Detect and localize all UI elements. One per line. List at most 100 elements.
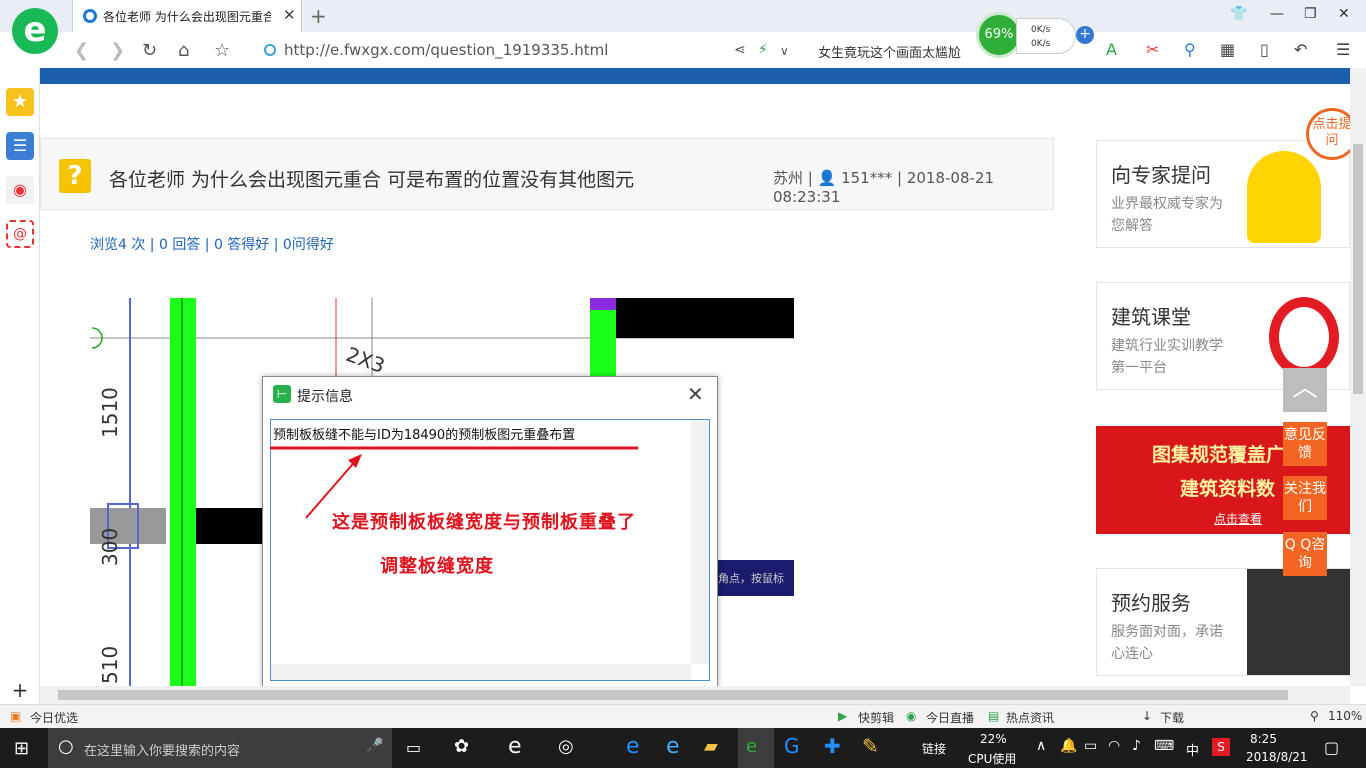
banner-line-1: 图集规范覆盖广: [1152, 444, 1286, 466]
forward-arrow-icon[interactable]: ❯: [110, 40, 125, 61]
menu-icon[interactable]: ☰: [1336, 40, 1350, 59]
card-title: 预约服务: [1111, 591, 1191, 615]
card-title: 建筑课堂: [1111, 305, 1191, 329]
feedback-button[interactable]: 意见反馈: [1283, 422, 1327, 466]
site-header-bar: [40, 68, 1350, 84]
windows-start-icon[interactable]: ⊞: [14, 738, 29, 759]
annotation-line-1: 这是预制板板缝宽度与预制板重叠了: [332, 512, 636, 533]
tray-chevron-up-icon[interactable]: ∧: [1036, 738, 1046, 754]
dimension-1510: 1510: [98, 387, 122, 438]
app-icon: ⊢: [273, 385, 291, 403]
task-view-icon[interactable]: ▭: [406, 738, 421, 757]
favorite-star-icon[interactable]: ☆: [214, 40, 230, 61]
reading-mode-icon[interactable]: ▯: [1260, 40, 1269, 59]
notes-app-icon[interactable]: ✎: [862, 734, 879, 758]
appointment-card[interactable]: 预约服务 服务面对面，承诺心连心: [1096, 568, 1351, 676]
browser-statusbar: ▣ 今日优选 ▶ 快剪辑 ◉ 今日直播 ▤ 热点资讯 ↓ 下载 ⚲ 110%: [0, 704, 1366, 728]
glodon-icon[interactable]: G: [784, 734, 800, 758]
plus-app-icon[interactable]: ✚: [824, 734, 841, 758]
status-left-label[interactable]: 今日优选: [30, 709, 78, 726]
ime-indicator[interactable]: 中: [1186, 740, 1199, 759]
question-stats[interactable]: 浏览4 次 | 0 回答 | 0 答得好 | 0问得好: [90, 234, 334, 254]
pinwheel-app-icon[interactable]: ✿: [454, 736, 469, 757]
ask-expert-card[interactable]: 向专家提问 业界最权威专家为您解答: [1096, 140, 1350, 248]
taskbar-search[interactable]: ○ 在这里输入你要搜索的内容 🎤: [48, 728, 392, 768]
follow-button[interactable]: 关注我们: [1283, 476, 1327, 520]
question-user[interactable]: 151***: [841, 169, 892, 187]
back-arrow-icon[interactable]: ❮: [74, 40, 89, 61]
search-icon[interactable]: ⚲: [1184, 40, 1196, 59]
back-to-top-button[interactable]: ︿: [1283, 368, 1327, 412]
card-subtitle: 服务面对面，承诺心连心: [1111, 624, 1223, 662]
weibo-icon[interactable]: ◉: [6, 176, 34, 204]
status-item-clip[interactable]: 快剪辑: [858, 709, 894, 726]
tab-bar: 各位老师 为什么会出现图元重合 ✕ + 👕 — ❐ ✕: [0, 0, 1366, 32]
home-icon[interactable]: ⌂: [178, 40, 189, 61]
dimension-510: 510: [98, 645, 122, 684]
wifi-icon[interactable]: ◠: [1108, 738, 1120, 754]
handshake-image: [1247, 569, 1351, 675]
favorites-star-icon[interactable]: ★: [6, 88, 34, 116]
undo-icon[interactable]: ↶: [1294, 40, 1307, 59]
battery-icon[interactable]: ▭: [1084, 738, 1097, 754]
close-window-button[interactable]: ✕: [1338, 6, 1350, 22]
lightning-icon[interactable]: ⚡: [758, 42, 768, 58]
scroll-thumb[interactable]: [58, 690, 1288, 700]
banner-link[interactable]: 点击查看: [1214, 510, 1262, 527]
dimension-300: 300: [98, 527, 122, 566]
minimize-button[interactable]: —: [1270, 6, 1284, 22]
tab-active[interactable]: 各位老师 为什么会出现图元重合 ✕: [72, 0, 302, 32]
dialog-close-button[interactable]: ✕: [687, 382, 704, 406]
email-at-icon[interactable]: @: [6, 220, 34, 248]
vertical-scrollbar[interactable]: [691, 420, 709, 664]
boost-plus-icon[interactable]: +: [1076, 26, 1094, 44]
share-icon[interactable]: ⋖: [734, 42, 746, 58]
page-vertical-scrollbar[interactable]: [1350, 68, 1366, 686]
keyboard-icon[interactable]: ⌨: [1154, 738, 1174, 754]
search-suggestion[interactable]: 女生竟玩这个画面太尴尬: [818, 42, 961, 61]
page-horizontal-scrollbar[interactable]: [40, 686, 1350, 704]
screenshot-scissors-icon[interactable]: ✂: [1146, 40, 1159, 59]
status-item-download[interactable]: 下载: [1160, 709, 1184, 726]
windows-taskbar: ⊞ ○ 在这里输入你要搜索的内容 🎤 ▭ ✿ e ◎ e e ▰ e G ✚ ✎…: [0, 728, 1366, 768]
zoom-level[interactable]: 110%: [1328, 709, 1362, 723]
volume-icon[interactable]: ♪: [1132, 738, 1141, 754]
ie-icon[interactable]: e: [666, 734, 680, 759]
cortana-icon: ○: [58, 736, 74, 757]
clock-date[interactable]: 2018/8/21: [1246, 750, 1308, 764]
file-explorer-icon[interactable]: ▰: [704, 736, 718, 757]
qq-consult-button[interactable]: Q Q咨询: [1283, 532, 1327, 576]
link-label[interactable]: 链接: [922, 740, 946, 757]
sogou-icon[interactable]: S: [1212, 738, 1230, 756]
status-item-live[interactable]: 今日直播: [926, 709, 974, 726]
tab-close-icon[interactable]: ✕: [283, 6, 296, 24]
add-sidebar-icon[interactable]: +: [6, 676, 34, 704]
horizontal-scrollbar[interactable]: [271, 664, 691, 680]
user-icon: 👤: [817, 169, 837, 187]
feed-list-icon[interactable]: ☰: [6, 132, 34, 160]
apps-grid-icon[interactable]: ▦: [1220, 40, 1235, 59]
maximize-button[interactable]: ❐: [1304, 6, 1317, 22]
download-speed: 0K/s: [1031, 39, 1051, 49]
new-tab-button[interactable]: +: [310, 4, 327, 28]
translate-icon[interactable]: A: [1106, 40, 1117, 59]
url-field[interactable]: http://e.fwxgx.com/question_1919335.html: [284, 41, 608, 59]
spiral-app-icon[interactable]: ◎: [558, 736, 574, 757]
edge-browser-icon[interactable]: e: [508, 734, 522, 759]
notification-bell-icon[interactable]: 🔔: [1060, 738, 1077, 754]
clock-time[interactable]: 8:25: [1250, 732, 1277, 746]
chevron-down-icon[interactable]: ∨: [780, 44, 789, 58]
refresh-icon[interactable]: ↻: [142, 40, 157, 61]
live-icon: ◉: [906, 709, 917, 723]
edge-blue-icon[interactable]: e: [626, 734, 640, 759]
skin-icon[interactable]: 👕: [1230, 6, 1247, 22]
browser-logo-icon[interactable]: e: [12, 8, 58, 54]
action-center-icon[interactable]: ▢: [1324, 738, 1339, 757]
dialog-header: ⊢ 提示信息 ✕: [263, 377, 717, 411]
question-meta: 苏州 | 👤 151*** | 2018-08-21 08:23:31: [773, 169, 995, 206]
scroll-thumb[interactable]: [1353, 144, 1363, 394]
status-item-news[interactable]: 热点资讯: [1006, 709, 1054, 726]
2345-browser-icon[interactable]: e: [746, 736, 757, 757]
microphone-icon[interactable]: 🎤: [366, 738, 383, 754]
speed-widget[interactable]: 69% 0K/s 0K/s +: [976, 12, 1104, 58]
